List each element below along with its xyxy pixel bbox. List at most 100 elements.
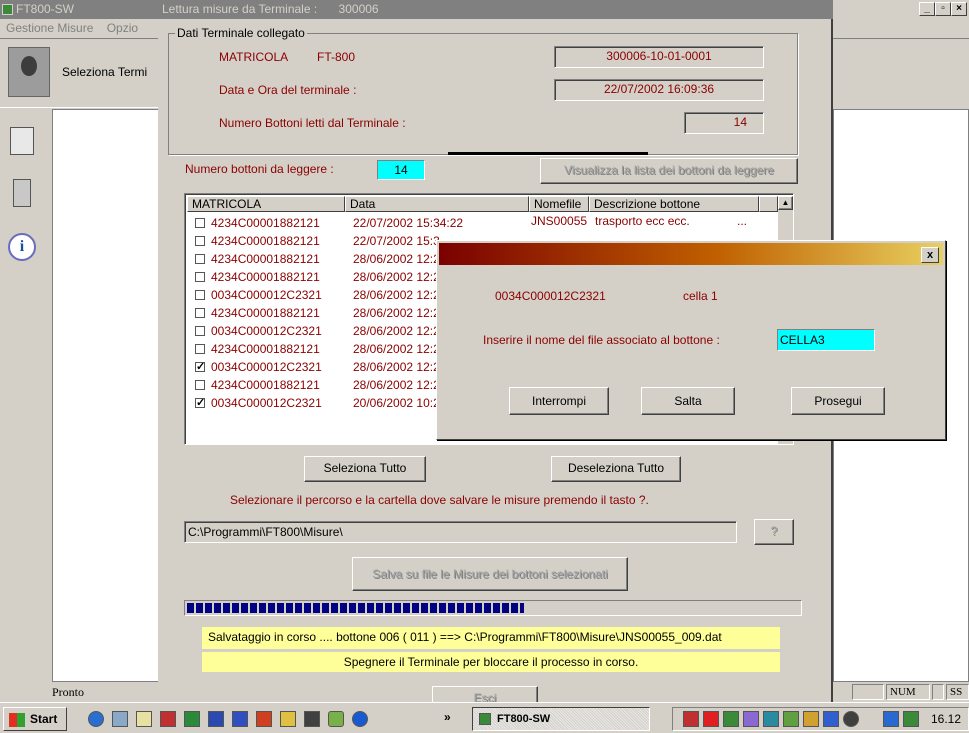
taskbar: Start » FT800-SW 16.12 <box>0 702 969 733</box>
close-button[interactable]: × <box>951 2 967 16</box>
excel-icon[interactable] <box>184 711 200 727</box>
show-list-button[interactable]: Visualizza la lista dei bottoni da legge… <box>540 158 798 184</box>
row-matricola: 4234C00001882121 <box>211 252 320 266</box>
column-header-nomefile[interactable]: Nomefile <box>529 196 589 212</box>
datetime-value: 22/07/2002 16:09:36 <box>554 79 764 101</box>
browser-icon[interactable] <box>88 711 104 727</box>
tray-icon-1[interactable] <box>683 711 699 727</box>
scroll-up-button[interactable]: ▲ <box>778 196 793 210</box>
row-checkbox[interactable] <box>195 272 205 282</box>
dialog-titlebar: Lettura misure da Terminale : 300006 <box>158 0 833 19</box>
matricola-label: MATRICOLA <box>219 50 289 64</box>
ft800-icon <box>479 713 491 725</box>
volume-icon[interactable] <box>903 711 919 727</box>
more-chevron-icon[interactable]: » <box>444 710 451 724</box>
row-checkbox[interactable] <box>195 308 205 318</box>
status-text: Pronto <box>52 685 85 699</box>
word-icon[interactable] <box>208 711 224 727</box>
menu-opzioni[interactable]: Opzio <box>107 21 138 35</box>
row-matricola: 4234C00001882121 <box>211 234 320 248</box>
interrompi-button[interactable]: Interrompi <box>509 387 609 415</box>
file-name-popup: x 0034C000012C2321 cella 1 Inserire il n… <box>436 240 946 440</box>
network-icon[interactable] <box>883 711 899 727</box>
browse-button[interactable]: ? <box>754 519 794 545</box>
status-panel-num: NUM <box>886 684 930 700</box>
clock: 16.12 <box>931 712 962 726</box>
notepad-icon[interactable] <box>136 711 152 727</box>
row-checkbox[interactable] <box>195 254 205 264</box>
popup-close-button[interactable]: x <box>921 247 939 263</box>
matricola-value: 300006-10-01-0001 <box>554 46 764 68</box>
deselect-all-button[interactable]: Deseleziona Tutto <box>551 456 681 482</box>
to-read-value[interactable]: 14 <box>377 160 425 180</box>
row-matricola: 4234C00001882121 <box>211 342 320 356</box>
restore-button[interactable]: ▫ <box>935 2 951 16</box>
popup-file-input[interactable]: CELLA3 <box>777 329 875 351</box>
desktop-icon[interactable] <box>112 711 128 727</box>
dialog-title-number: 300006 <box>338 2 379 16</box>
taskbar-item-ft800[interactable]: FT800-SW <box>472 707 650 731</box>
status-panel-empty-2 <box>932 684 944 700</box>
start-button[interactable]: Start <box>3 707 67 731</box>
search-icon[interactable] <box>280 711 296 727</box>
status-panel-scroll: SS <box>946 684 969 700</box>
window-buttons: _ ▫ × <box>919 2 967 17</box>
column-header-matricola[interactable]: MATRICOLA <box>187 196 345 212</box>
row-checkbox[interactable] <box>195 344 205 354</box>
matricola-model: FT-800 <box>317 50 356 64</box>
tray-icon-7[interactable] <box>803 711 819 727</box>
popup-prompt: Inserire il nome del file associato al b… <box>483 333 720 347</box>
windows-logo-icon <box>9 713 25 727</box>
popup-cell: cella 1 <box>683 289 718 303</box>
list-icon[interactable] <box>10 127 34 155</box>
terminal-device-icon[interactable] <box>13 179 31 207</box>
tray-icon-3[interactable] <box>723 711 739 727</box>
tray-icon-9[interactable] <box>843 711 859 727</box>
row-data: 28/06/2002 12:2 <box>353 378 440 392</box>
dialog-title: Lettura misure da Terminale <box>162 2 311 16</box>
row-matricola: 0034C000012C2321 <box>211 360 322 374</box>
row-matricola: 0034C000012C2321 <box>211 324 322 338</box>
info-icon[interactable]: i <box>8 233 36 261</box>
app-title-text: FT800-SW <box>16 2 75 16</box>
row-checkbox[interactable] <box>195 326 205 336</box>
mdi-client-area <box>52 109 172 682</box>
row-1-extra: ... <box>737 214 748 228</box>
tray-icon-6[interactable] <box>783 711 799 727</box>
row-checkbox[interactable]: ✓ <box>195 398 205 409</box>
menu-gestione-misure[interactable]: Gestione Misure <box>6 21 93 35</box>
row-data: 22/07/2002 15:34:22 <box>353 216 464 230</box>
row-checkbox[interactable]: ✓ <box>195 362 205 373</box>
path-input[interactable]: C:\Programmi\FT800\Misure\ <box>184 521 737 543</box>
powerpoint-icon[interactable] <box>256 711 272 727</box>
row-checkbox[interactable] <box>195 290 205 300</box>
app-icon-1[interactable] <box>160 711 176 727</box>
row-checkbox[interactable] <box>195 236 205 246</box>
save-button[interactable]: Salva su file le Misure dei bottoni sele… <box>352 557 628 591</box>
paint-icon[interactable] <box>328 711 344 727</box>
toolbar-label[interactable]: Seleziona Termi <box>62 65 147 79</box>
app-icon-2[interactable] <box>232 711 248 727</box>
table-row[interactable]: 4234C00001882121 22/07/2002 15:34:22 <box>187 214 487 232</box>
row-checkbox[interactable] <box>195 218 205 228</box>
row-matricola: 4234C00001882121 <box>211 270 320 284</box>
row-data: 28/06/2002 12:2 <box>353 288 440 302</box>
select-all-button[interactable]: Seleziona Tutto <box>304 456 426 482</box>
app-title: FT800-SW <box>0 0 158 19</box>
terminal-icon[interactable] <box>304 711 320 727</box>
column-header-data[interactable]: Data <box>345 196 529 212</box>
tray-icon-8[interactable] <box>823 711 839 727</box>
terminal-portrait-icon[interactable] <box>8 47 50 97</box>
column-header-descrizione[interactable]: Descrizione bottone <box>589 196 759 212</box>
salta-button[interactable]: Salta <box>641 387 735 415</box>
tray-icon-5[interactable] <box>763 711 779 727</box>
row-data: 28/06/2002 12:2 <box>353 324 440 338</box>
minimize-button[interactable]: _ <box>919 2 935 16</box>
tray-icon-4[interactable] <box>743 711 759 727</box>
media-icon[interactable] <box>352 711 368 727</box>
row-data: 22/07/2002 15:3 <box>353 234 440 248</box>
path-instruction: Selezionare il percorso e la cartella do… <box>230 493 649 507</box>
prosegui-button[interactable]: Prosegui <box>791 387 885 415</box>
tray-icon-2[interactable] <box>703 711 719 727</box>
row-checkbox[interactable] <box>195 380 205 390</box>
